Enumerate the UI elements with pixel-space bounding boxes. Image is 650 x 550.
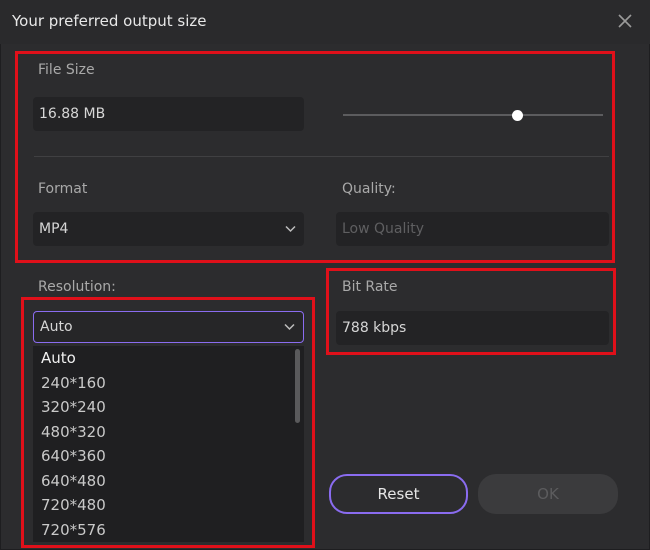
reset-button[interactable]: Reset	[329, 474, 468, 514]
close-icon[interactable]	[614, 10, 636, 32]
highlight-box-size-format	[15, 51, 615, 263]
highlight-box-resolution	[21, 297, 315, 548]
dialog-title: Your preferred output size	[12, 12, 207, 30]
ok-button[interactable]: OK	[478, 474, 618, 514]
resolution-label: Resolution:	[38, 279, 116, 295]
highlight-box-bit-rate	[326, 268, 616, 355]
